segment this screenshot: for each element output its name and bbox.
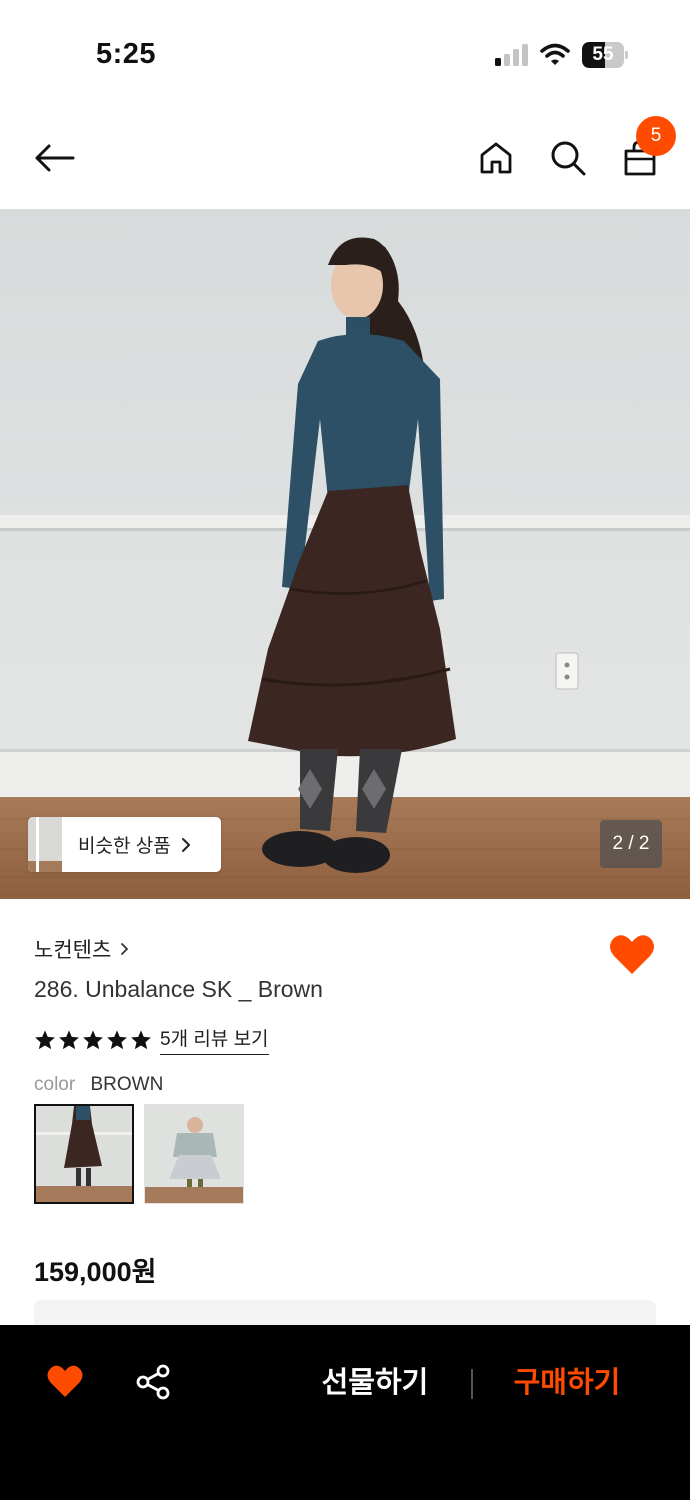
star-icon	[107, 1029, 127, 1049]
similar-products-label: 비슷한 상품	[78, 836, 171, 857]
button-divider	[471, 1369, 473, 1399]
product-name: 286. Unbalance SK _ Brown	[34, 976, 323, 1002]
bottom-action-bar: 선물하기 구매하기	[0, 1325, 690, 1500]
top-nav-bar	[0, 110, 690, 206]
search-icon	[551, 141, 586, 176]
wishlist-heart-button[interactable]	[608, 932, 656, 976]
image-page-indicator: 2 / 2	[600, 820, 662, 868]
rating-stars	[34, 1029, 152, 1051]
product-photo	[0, 209, 690, 899]
home-button[interactable]	[474, 136, 518, 180]
star-icon	[59, 1029, 79, 1049]
battery-icon: 55	[582, 42, 628, 68]
arrow-left-icon	[35, 144, 75, 172]
color-swatch-brown[interactable]	[34, 1104, 134, 1204]
cart-count-badge: 5	[636, 116, 676, 156]
wishlist-heart-icon[interactable]	[46, 1363, 84, 1399]
similar-products-button[interactable]: 비슷한 상품	[28, 817, 221, 872]
search-button[interactable]	[546, 136, 590, 180]
cellular-signal-icon	[495, 44, 528, 66]
selected-color-value: BROWN	[90, 1074, 164, 1095]
buy-button[interactable]: 구매하기	[492, 1363, 642, 1403]
star-icon	[131, 1029, 151, 1049]
swatch-photo-brown	[36, 1106, 132, 1202]
brand-link[interactable]: 노컨텐츠	[34, 934, 135, 964]
rating-row: 5개 리뷰 보기	[34, 1024, 269, 1055]
product-image-carousel[interactable]	[0, 209, 690, 899]
status-bar: 5:25 55	[0, 0, 690, 100]
wifi-icon	[540, 43, 570, 65]
home-icon	[480, 142, 512, 174]
color-label: color	[34, 1074, 76, 1095]
similar-product-thumbnail	[28, 817, 62, 872]
gift-button[interactable]: 선물하기	[300, 1363, 450, 1403]
swatch-photo-gray	[145, 1105, 243, 1203]
chevron-right-icon	[181, 837, 190, 852]
star-icon	[83, 1029, 103, 1049]
back-button[interactable]	[32, 136, 76, 180]
star-icon	[35, 1029, 55, 1049]
product-price: 159,000원	[34, 1257, 157, 1287]
status-time: 5:25	[96, 38, 157, 70]
color-option-row: color BROWN	[34, 1074, 163, 1096]
brand-name: 노컨텐츠	[34, 939, 112, 962]
share-icon[interactable]	[134, 1363, 172, 1401]
chevron-right-icon	[121, 943, 129, 955]
color-swatch-gray[interactable]	[144, 1104, 244, 1204]
view-reviews-link[interactable]: 5개 리뷰 보기	[160, 1024, 269, 1055]
battery-level: 55	[592, 44, 614, 65]
